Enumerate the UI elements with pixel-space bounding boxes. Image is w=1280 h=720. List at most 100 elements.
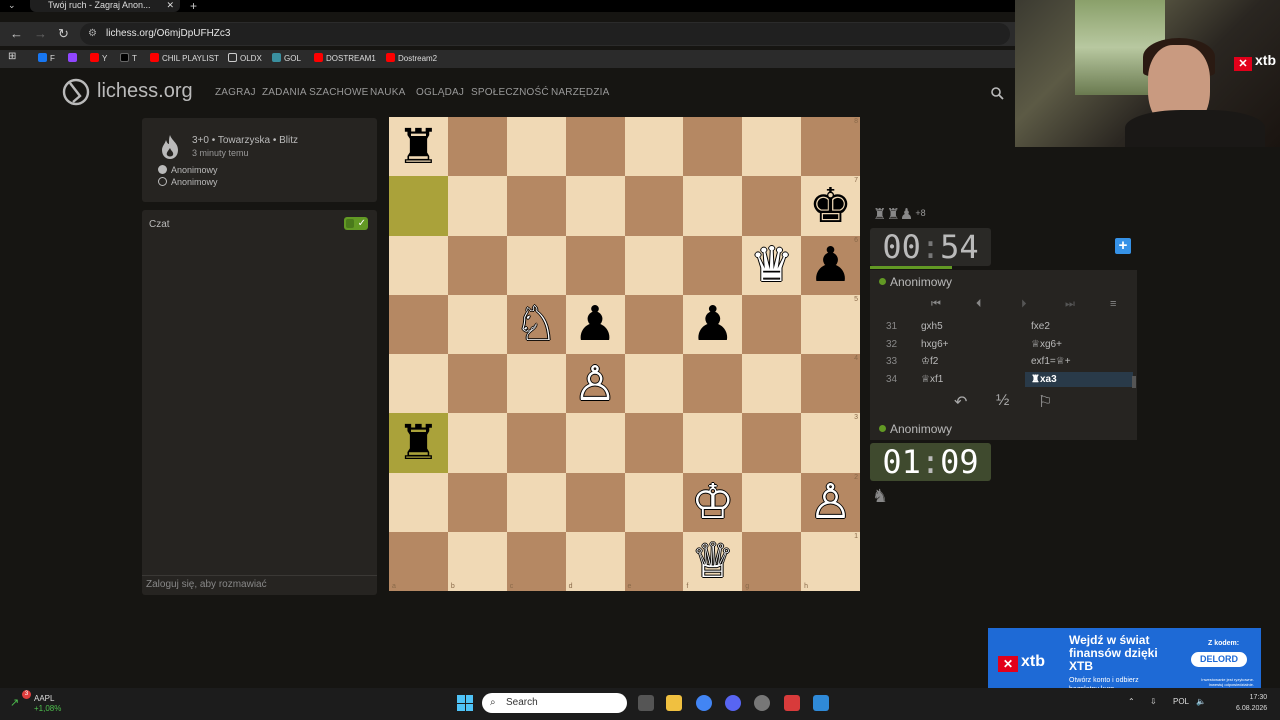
square-f7[interactable] <box>683 176 743 236</box>
new-tab-icon[interactable]: + <box>190 0 197 13</box>
black-move[interactable]: ♕xg6+ <box>1031 339 1062 350</box>
square-a8[interactable]: ♜ <box>389 117 448 177</box>
square-g8[interactable] <box>742 117 802 177</box>
piece-a8[interactable]: ♜ <box>397 123 440 171</box>
bookmark-chill-playlist[interactable]: CHIL PLAYLIST <box>150 53 219 63</box>
takeback-button[interactable]: ↶ <box>954 392 967 412</box>
square-e2[interactable] <box>624 472 684 532</box>
square-h6[interactable]: ♟ 6 <box>801 235 860 295</box>
square-f2[interactable]: ♔ <box>683 472 743 532</box>
white-player-line[interactable]: Anonimowy <box>158 165 218 175</box>
nav-nauka[interactable]: NAUKA <box>370 87 405 98</box>
square-d7[interactable] <box>565 176 625 236</box>
square-b3[interactable] <box>447 413 507 473</box>
first-move-icon[interactable]: ⏮ <box>931 298 941 311</box>
tray-network-icon[interactable]: ⇩ <box>1150 697 1157 706</box>
square-a5[interactable] <box>389 294 448 354</box>
chrome-icon[interactable] <box>696 695 712 711</box>
square-g4[interactable] <box>742 354 802 414</box>
piece-d4[interactable]: ♙ <box>574 360 617 408</box>
start-button-icon[interactable] <box>457 695 473 711</box>
square-h2[interactable]: ♙ 2 <box>801 472 860 532</box>
piece-c5[interactable]: ♘ <box>515 300 558 348</box>
lichess-logo-icon[interactable] <box>62 78 90 106</box>
discord-icon[interactable] <box>725 695 741 711</box>
square-e6[interactable] <box>624 235 684 295</box>
black-player-line[interactable]: Anonimowy <box>158 177 218 187</box>
square-h8[interactable]: 8 <box>801 117 860 177</box>
draw-offer-button[interactable]: ½ <box>996 392 1009 410</box>
nav-narzedzia[interactable]: NARZĘDZIA <box>551 87 609 98</box>
square-h3[interactable]: 3 <box>801 413 860 473</box>
piece-g6[interactable]: ♛ <box>750 241 793 289</box>
tray-language[interactable]: POL <box>1173 697 1189 706</box>
piece-a3[interactable]: ♜ <box>397 419 440 467</box>
piece-h6[interactable]: ♟ <box>809 241 852 289</box>
square-e8[interactable] <box>624 117 684 177</box>
square-c4[interactable] <box>506 354 566 414</box>
menu-icon[interactable]: ≡ <box>1110 298 1116 310</box>
app-blue-icon[interactable] <box>813 695 829 711</box>
bookmark-twitch[interactable] <box>68 53 80 63</box>
square-b1[interactable]: b <box>447 531 507 591</box>
square-g1[interactable]: g <box>742 531 802 591</box>
bookmark-gol[interactable]: GOL <box>272 53 301 63</box>
square-f6[interactable] <box>683 235 743 295</box>
piece-h7[interactable]: ♚ <box>809 182 852 230</box>
piece-d5[interactable]: ♟ <box>574 300 617 348</box>
square-c2[interactable] <box>506 472 566 532</box>
square-d8[interactable] <box>565 117 625 177</box>
berserk-knight-icon[interactable]: ♞ <box>872 486 888 507</box>
piece-f5[interactable]: ♟ <box>691 300 734 348</box>
apps-grid-icon[interactable]: ⊞ <box>8 51 16 62</box>
square-c6[interactable] <box>506 235 566 295</box>
square-d5[interactable]: ♟ <box>565 294 625 354</box>
url-field[interactable]: ⚙ lichess.org/O6mjDpUFHZc3 <box>80 23 1010 45</box>
nav-ogladaj[interactable]: OGLĄDAJ <box>416 87 464 98</box>
square-c5[interactable]: ♘ <box>506 294 566 354</box>
tray-clock[interactable]: 17:30 6.08.2026 <box>1236 692 1267 714</box>
chat-toggle[interactable]: ✓ <box>344 217 368 230</box>
square-h7[interactable]: ♚ 7 <box>801 176 860 236</box>
square-d1[interactable]: d <box>565 531 625 591</box>
bookmark-dostream2[interactable]: Dostream2 <box>386 53 437 63</box>
square-a2[interactable] <box>389 472 448 532</box>
piece-f1[interactable]: ♕ <box>691 537 734 585</box>
bookmark-youtube[interactable]: Y <box>90 53 107 63</box>
nav-zagraj[interactable]: ZAGRAJ <box>215 87 256 98</box>
square-b4[interactable] <box>447 354 507 414</box>
square-d4[interactable]: ♙ <box>565 354 625 414</box>
square-g5[interactable] <box>742 294 802 354</box>
square-b8[interactable] <box>447 117 507 177</box>
square-c7[interactable] <box>506 176 566 236</box>
nav-spolecznosc[interactable]: SPOŁECZNOŚĆ <box>471 87 549 98</box>
file-explorer-icon[interactable] <box>666 695 682 711</box>
player-name[interactable]: Anonimowy <box>879 422 952 436</box>
square-e3[interactable] <box>624 413 684 473</box>
square-a4[interactable] <box>389 354 448 414</box>
white-move[interactable]: gxh5 <box>921 321 943 332</box>
forward-icon[interactable]: → <box>34 26 47 41</box>
bookmark-facebook[interactable]: F <box>38 53 55 63</box>
square-h1[interactable]: 1h <box>801 531 860 591</box>
square-e5[interactable] <box>624 294 684 354</box>
square-d3[interactable] <box>565 413 625 473</box>
white-move[interactable]: ♕xf1 <box>921 374 943 385</box>
site-name[interactable]: lichess.org <box>97 80 193 103</box>
white-move[interactable]: hxg6+ <box>921 339 949 350</box>
square-f4[interactable] <box>683 354 743 414</box>
square-d6[interactable] <box>565 235 625 295</box>
tray-chevron-icon[interactable]: ⌃ <box>1128 697 1135 706</box>
square-e4[interactable] <box>624 354 684 414</box>
chess-board[interactable]: ♜ 8 ♚ 7 ♛ ♟ 6 ♘ ♟ ♟ 5 ♙ 4 ♜ 3 ♔ ♙ 2 a b c d e ♕ f g 1 h <box>389 117 860 591</box>
move-list-scrollbar[interactable] <box>1132 376 1136 388</box>
reload-icon[interactable]: ↻ <box>58 26 69 42</box>
obs-icon[interactable] <box>754 695 770 711</box>
chat-input[interactable]: Zaloguj się, aby rozmawiać <box>142 575 377 595</box>
square-b6[interactable] <box>447 235 507 295</box>
square-h5[interactable]: 5 <box>801 294 860 354</box>
resign-flag-button[interactable]: ⚐ <box>1038 392 1052 412</box>
white-move[interactable]: ♔f2 <box>921 356 938 367</box>
taskbar-search[interactable]: ⌕ Search <box>482 693 627 713</box>
square-e7[interactable] <box>624 176 684 236</box>
